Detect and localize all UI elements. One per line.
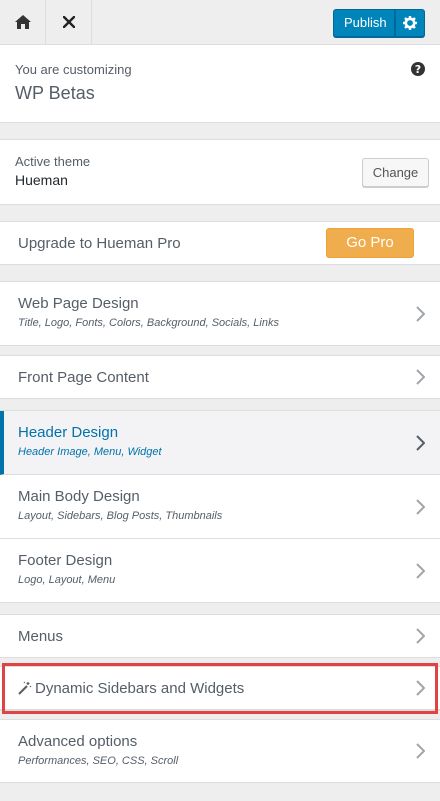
- section-title: Main Body Design: [18, 488, 140, 505]
- section-main-body-design[interactable]: Main Body Design Layout, Sidebars, Blog …: [0, 475, 440, 539]
- chevron-right-icon: [416, 680, 425, 696]
- magic-wand-icon: [18, 681, 32, 695]
- publish-settings-button[interactable]: [395, 9, 425, 37]
- section-title: Advanced options: [18, 733, 138, 750]
- section-title: Menus: [18, 628, 64, 645]
- chevron-right-icon: [416, 305, 425, 322]
- chevron-right-icon: [416, 498, 425, 515]
- section-footer-design[interactable]: Footer Design Logo, Layout, Menu: [0, 539, 440, 603]
- spacer: [0, 346, 440, 355]
- section-description: Title, Logo, Fonts, Colors, Background, …: [18, 317, 279, 329]
- chevron-right-icon: [416, 743, 425, 759]
- customizing-info: You are customizing WP Betas ?: [0, 45, 440, 123]
- home-button[interactable]: [0, 0, 46, 44]
- publish-group: Publish: [333, 9, 425, 37]
- spacer: [0, 710, 440, 719]
- section-description: Performances, SEO, CSS, Scroll: [18, 755, 179, 767]
- section-advanced-options[interactable]: Advanced options Performances, SEO, CSS,…: [0, 719, 440, 783]
- home-icon: [14, 15, 31, 29]
- section-title: Header Design: [18, 424, 119, 441]
- publish-button[interactable]: Publish: [333, 9, 395, 37]
- help-icon[interactable]: ?: [411, 62, 425, 76]
- widgets-section-group: Menus Dynamic Sidebars and Widgets Advan…: [0, 614, 440, 783]
- section-menus[interactable]: Menus: [0, 615, 440, 658]
- section-web-page-design[interactable]: Web Page Design Title, Logo, Fonts, Colo…: [0, 282, 440, 346]
- chevron-right-icon: [416, 628, 425, 644]
- section-description: Layout, Sidebars, Blog Posts, Thumbnails: [18, 510, 223, 522]
- chevron-right-icon: [416, 434, 425, 451]
- svg-text:?: ?: [415, 63, 421, 76]
- upgrade-panel: Upgrade to Hueman Pro Go Pro: [0, 221, 440, 265]
- section-description: Header Image, Menu, Widget: [18, 446, 162, 458]
- spacer: [0, 265, 440, 281]
- close-button[interactable]: [46, 0, 92, 44]
- customizer-header: Publish: [0, 0, 440, 45]
- change-theme-button[interactable]: Change: [362, 158, 429, 187]
- section-title-wrap: Dynamic Sidebars and Widgets: [18, 667, 440, 710]
- active-theme-panel: Active theme Hueman Change: [0, 139, 440, 205]
- section-header-design[interactable]: Header Design Header Image, Menu, Widget: [0, 411, 440, 475]
- close-icon: [62, 16, 75, 28]
- section-dynamic-sidebars[interactable]: Dynamic Sidebars and Widgets: [0, 667, 440, 710]
- spacer: [0, 205, 440, 221]
- section-title: Front Page Content: [18, 369, 149, 386]
- section-title: Dynamic Sidebars and Widgets: [35, 680, 245, 697]
- site-title: WP Betas: [15, 83, 95, 103]
- spacer: [0, 658, 440, 667]
- spacer: [0, 123, 440, 139]
- chevron-right-icon: [416, 369, 425, 385]
- dynamic-sidebars-highlight: Dynamic Sidebars and Widgets: [0, 663, 440, 714]
- section-description: Logo, Layout, Menu: [18, 574, 116, 586]
- design-section-group: Web Page Design Title, Logo, Fonts, Colo…: [0, 281, 440, 346]
- gear-icon: [403, 16, 417, 30]
- section-title: Web Page Design: [18, 295, 139, 312]
- upgrade-label: Upgrade to Hueman Pro: [18, 234, 181, 252]
- section-front-page-content[interactable]: Front Page Content: [0, 356, 440, 399]
- go-pro-button[interactable]: Go Pro: [326, 228, 414, 258]
- section-title: Footer Design: [18, 552, 113, 569]
- spacer: [0, 603, 440, 614]
- front-page-section-group: Front Page Content: [0, 355, 440, 399]
- chevron-right-icon: [416, 562, 425, 579]
- spacer: [0, 399, 440, 410]
- customizing-label: You are customizing: [15, 62, 132, 77]
- layout-section-group: Header Design Header Image, Menu, Widget…: [0, 410, 440, 603]
